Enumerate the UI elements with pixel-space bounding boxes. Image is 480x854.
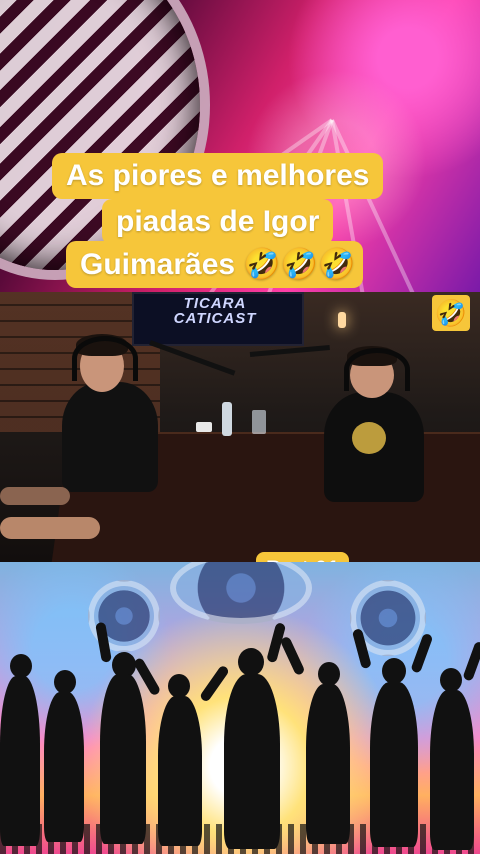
title-line-3: Guimarães 🤣🤣🤣 [66, 241, 364, 288]
laughing-face-icon: 🤣 [432, 295, 470, 331]
title-line-1: As piores e melhores [52, 153, 384, 199]
title-line-2: piadas de Igor [102, 199, 334, 245]
party-silhouette-background [0, 562, 480, 854]
podcast-video-frame: TICARA CATICAST 🤣 [0, 292, 480, 562]
podcast-logo: TICARA CATICAST [173, 295, 257, 327]
